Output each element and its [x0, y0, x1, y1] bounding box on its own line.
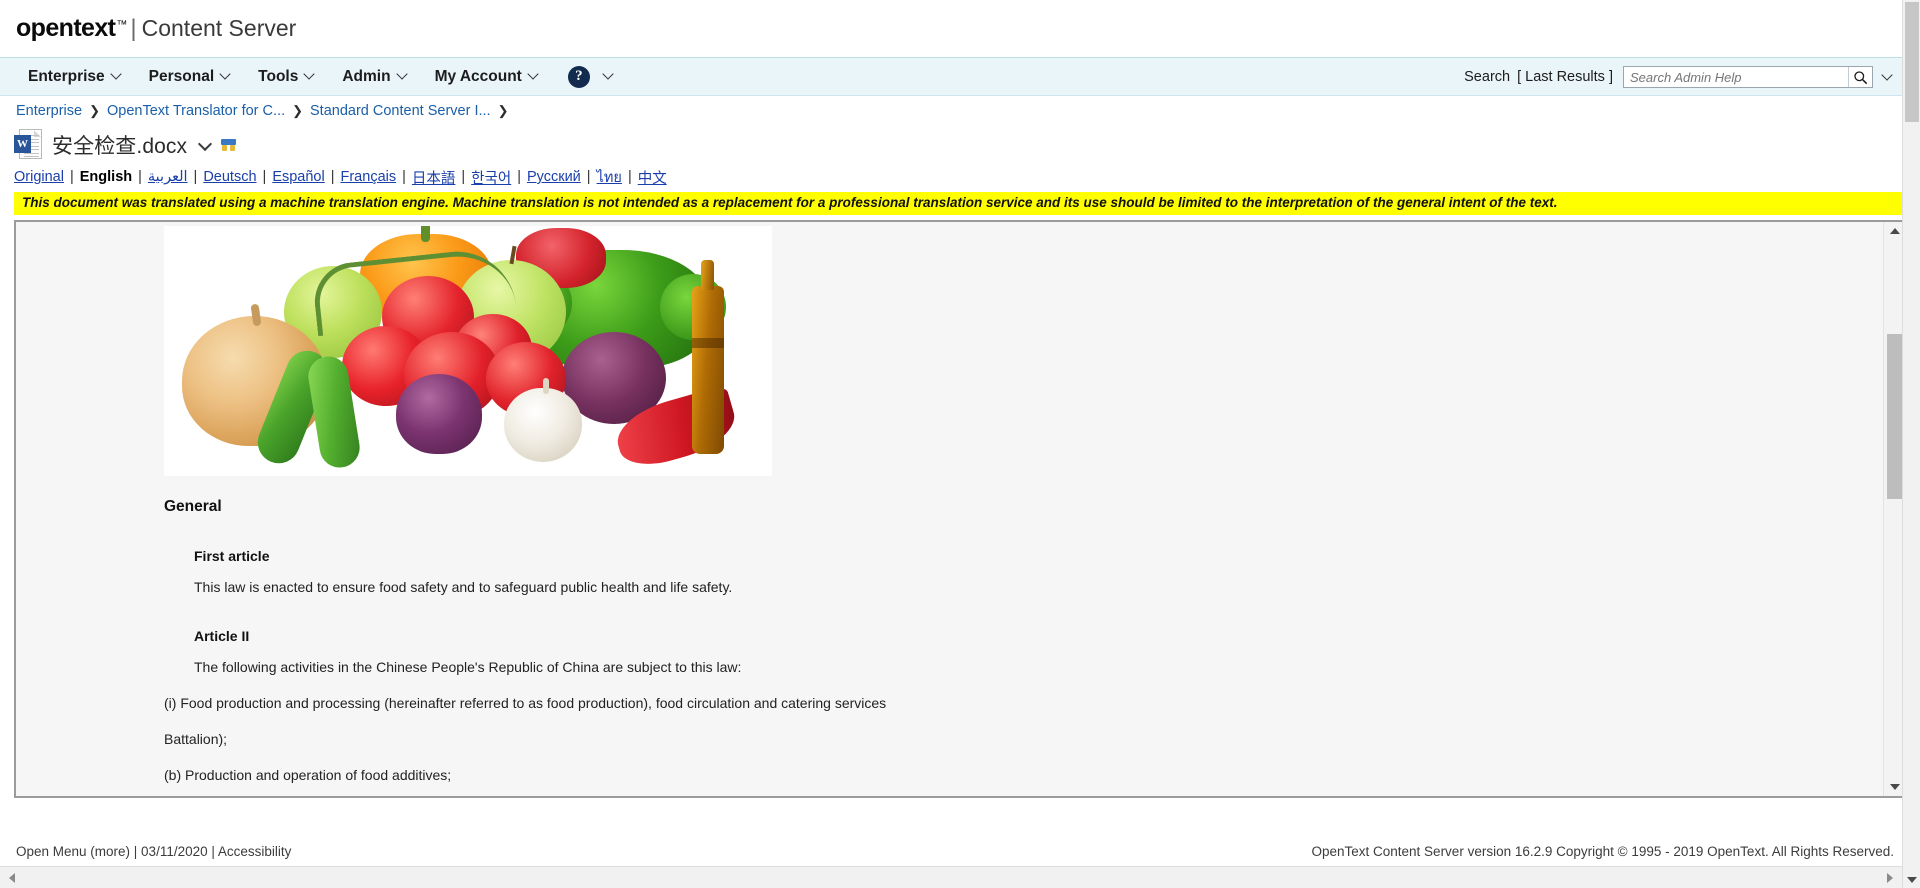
language-link-korean[interactable]: 한국어: [471, 167, 511, 188]
language-separator: |: [138, 169, 142, 185]
document-paragraph-article-ii: The following activities in the Chinese …: [194, 658, 742, 675]
product-name: Content Server: [141, 15, 297, 41]
word-badge: W: [14, 135, 31, 153]
menu-item-tools[interactable]: Tools: [244, 58, 328, 96]
chevron-down-icon: [398, 70, 407, 79]
document-list-item: (i) Food production and processing (here…: [164, 694, 887, 711]
language-link-arabic[interactable]: العربية: [148, 169, 188, 185]
language-separator: |: [402, 169, 406, 185]
document-heading-article-ii: Article II: [194, 627, 250, 644]
breadcrumb-item-enterprise[interactable]: Enterprise: [16, 103, 82, 119]
language-link-german[interactable]: Deutsch: [203, 169, 256, 185]
language-link-thai[interactable]: ไทย: [597, 166, 622, 189]
menu-item-personal[interactable]: Personal: [135, 58, 244, 96]
triangle-right-icon: [1887, 873, 1893, 883]
breadcrumb-item-translator[interactable]: OpenText Translator for C...: [107, 103, 285, 119]
garlic-shape: [504, 377, 582, 462]
document-list-item: (b) Production and operation of food add…: [164, 767, 452, 784]
word-document-icon: W: [14, 129, 42, 161]
machine-translation-banner: This document was translated using a mac…: [14, 192, 1907, 215]
language-separator: |: [330, 169, 335, 185]
triangle-down-icon: [1890, 783, 1900, 790]
footer: Open Menu (more) | 03/11/2020 | Accessib…: [0, 836, 1920, 888]
breadcrumb-item-standard-content-server[interactable]: Standard Content Server I...: [310, 103, 491, 119]
breadcrumb-separator-icon: ❯: [497, 103, 509, 118]
menu-item-my-account[interactable]: My Account: [421, 58, 552, 96]
chevron-down-icon: [305, 70, 314, 79]
document-heading-general: General: [164, 497, 222, 515]
trademark-symbol: ™: [116, 19, 128, 31]
language-link-french[interactable]: Français: [341, 169, 397, 185]
document-list-item: Battalion);: [164, 731, 228, 748]
language-separator: |: [627, 169, 632, 185]
document-viewer: General First article This law is enacte…: [14, 219, 1907, 798]
page-vertical-scrollbar[interactable]: [1902, 0, 1920, 888]
language-separator: |: [193, 169, 198, 185]
language-link-original[interactable]: Original: [14, 169, 64, 185]
brand-bar: opentext ™ | Content Server: [0, 0, 1920, 58]
footer-right-text: OpenText Content Server version 16.2.9 C…: [1311, 844, 1894, 859]
document-paragraph-first-article: This law is enacted to ensure food safet…: [194, 578, 733, 595]
menu-label: Enterprise: [28, 67, 105, 85]
document-image: [164, 225, 772, 476]
page-title: 安全检查.docx: [52, 135, 188, 158]
opentext-logo[interactable]: opentext ™ | Content Server: [16, 14, 296, 43]
menu-item-admin[interactable]: Admin: [328, 58, 420, 96]
chevron-down-icon: [221, 70, 230, 79]
language-link-spanish[interactable]: Español: [272, 169, 324, 185]
help-circle-icon[interactable]: ?: [567, 65, 590, 88]
page-scrollbar-thumb[interactable]: [1905, 2, 1919, 122]
chevron-down-icon: [112, 70, 121, 79]
language-separator: |: [461, 169, 466, 185]
language-link-japanese[interactable]: 日本語: [412, 167, 456, 188]
menu-label: Tools: [258, 67, 299, 85]
document-menu-chevron-down-icon[interactable]: [199, 139, 211, 151]
breadcrumb-separator-icon: ❯: [292, 103, 304, 118]
menu-label: Admin: [342, 67, 391, 85]
scroll-right-button[interactable]: [1880, 867, 1900, 888]
search-options-chevron-down-icon[interactable]: [1883, 71, 1892, 80]
page-scroll-down-button[interactable]: [1903, 872, 1920, 888]
brand-divider: |: [130, 15, 137, 42]
triangle-left-icon: [9, 873, 15, 883]
menu-label: Personal: [148, 67, 215, 85]
footer-text-row: Open Menu (more) | 03/11/2020 | Accessib…: [0, 844, 1920, 864]
language-selector: Original | English | العربية | Deutsch |…: [0, 164, 1920, 190]
triangle-down-icon: [1907, 877, 1917, 883]
document-heading-first-article: First article: [194, 547, 270, 564]
red-onion-shape: [396, 373, 482, 454]
main-menu-bar: Enterprise Personal Tools Admin My Accou…: [0, 58, 1920, 96]
search-icon[interactable]: [1848, 67, 1872, 87]
document-title-row: W 安全检查.docx: [0, 126, 1920, 164]
search-label: Search: [1464, 69, 1511, 85]
scroll-left-button[interactable]: [2, 867, 22, 888]
shortcut-icon[interactable]: [221, 138, 237, 152]
page-root: opentext ™ | Content Server Enterprise P…: [0, 0, 1920, 888]
language-separator: |: [586, 169, 591, 185]
language-link-chinese[interactable]: 中文: [638, 167, 667, 188]
ampoule-shape: [692, 259, 724, 454]
brand-name: opentext: [16, 14, 116, 42]
menu-item-enterprise[interactable]: Enterprise: [14, 58, 135, 96]
breadcrumb: Enterprise ❯ OpenText Translator for C..…: [0, 96, 1920, 126]
search-area: Search [ Last Results ]: [1464, 58, 1892, 96]
language-link-russian[interactable]: Русский: [527, 169, 581, 185]
footer-left-text[interactable]: Open Menu (more) | 03/11/2020 | Accessib…: [16, 844, 291, 859]
document-canvas: General First article This law is enacte…: [16, 221, 1883, 796]
triangle-up-icon: [1890, 227, 1900, 234]
language-separator: |: [517, 169, 521, 185]
scrollbar-thumb[interactable]: [1887, 333, 1902, 499]
chevron-down-icon[interactable]: [604, 70, 613, 79]
search-input[interactable]: [1624, 67, 1848, 87]
search-box: [1623, 66, 1873, 88]
menu-label: My Account: [434, 67, 522, 85]
breadcrumb-separator-icon: ❯: [89, 103, 100, 118]
language-separator: |: [262, 169, 267, 185]
help-menu[interactable]: ?: [552, 65, 613, 88]
chevron-down-icon: [529, 70, 538, 79]
language-link-english[interactable]: English: [80, 169, 132, 185]
page-horizontal-scrollbar[interactable]: [0, 866, 1920, 888]
last-results-link[interactable]: [ Last Results ]: [1517, 69, 1613, 85]
language-separator: |: [69, 169, 74, 185]
